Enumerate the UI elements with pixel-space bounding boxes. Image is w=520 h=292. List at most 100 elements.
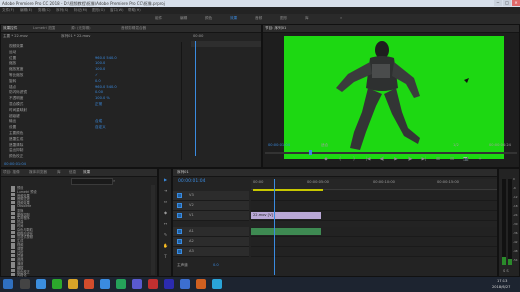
- video-track-header[interactable]: [173, 191, 249, 201]
- timeline-ruler[interactable]: 00:00 00:00:05:00 00:00:10:00 00:00:15:0…: [251, 179, 497, 191]
- maximize-button[interactable]: □: [503, 0, 511, 6]
- menu-help[interactable]: 帮助(H): [128, 8, 141, 13]
- taskbar-app-icon[interactable]: [36, 279, 46, 289]
- playback-control-button[interactable]: +: [475, 157, 485, 162]
- menu-file[interactable]: 文件(F): [2, 8, 14, 13]
- video-track-header[interactable]: [173, 201, 249, 211]
- effects-scrollbar[interactable]: [151, 185, 155, 275]
- tool-button[interactable]: ✎: [162, 232, 169, 238]
- taskbar-app-icon[interactable]: [68, 279, 78, 289]
- effect-property-label[interactable]: 遮罩生成: [9, 137, 23, 142]
- close-button[interactable]: ✕: [512, 0, 520, 6]
- track-target-toggle[interactable]: [177, 229, 182, 234]
- audio-track-header[interactable]: [173, 247, 249, 257]
- track-target-toggle[interactable]: [177, 203, 182, 208]
- tool-button[interactable]: ▶: [162, 177, 169, 183]
- audio-track-lane[interactable]: [251, 237, 497, 247]
- taskbar-app-icon[interactable]: [148, 279, 158, 289]
- taskbar-app-icon[interactable]: [100, 279, 110, 289]
- effect-property-label[interactable]: 时间重映射: [9, 108, 27, 113]
- playback-control-button[interactable]: ⊞: [433, 157, 443, 162]
- workspace-effects[interactable]: 效果: [230, 16, 237, 21]
- menu-sequence[interactable]: 序列(S): [56, 8, 68, 13]
- program-monitor-title[interactable]: 节目: 序列01: [265, 26, 286, 31]
- effect-controls-footer-time[interactable]: 00:00:01:04: [4, 162, 26, 166]
- menu-edit[interactable]: 编辑(E): [20, 8, 32, 13]
- effect-property-label[interactable]: 缩放: [9, 61, 16, 66]
- timeline-sequence-tab[interactable]: 序列01: [177, 170, 189, 175]
- clock-date[interactable]: 2018/6/27: [492, 285, 510, 289]
- tab-effect-controls[interactable]: 效果控件: [3, 26, 17, 31]
- effect-playhead[interactable]: [195, 41, 196, 156]
- tool-button[interactable]: ⇥: [162, 188, 169, 194]
- effect-property-value[interactable]: 0.0: [95, 79, 101, 83]
- audio-track-header[interactable]: [173, 237, 249, 247]
- playback-control-button[interactable]: ⊟: [447, 157, 457, 162]
- track-target-toggle[interactable]: [177, 213, 182, 218]
- effect-property-value[interactable]: 合成: [95, 119, 102, 124]
- audio-track-lane[interactable]: [251, 247, 497, 257]
- effect-property-value[interactable]: ✓: [95, 73, 98, 77]
- timeline-playhead[interactable]: [274, 179, 275, 275]
- effect-property-label[interactable]: 旋转: [9, 79, 16, 84]
- tab-info[interactable]: 信息: [69, 170, 76, 175]
- taskbar-app-icon[interactable]: [20, 279, 30, 289]
- program-scrubber[interactable]: [265, 150, 517, 155]
- effect-property-value[interactable]: 960.0 540.0: [95, 85, 117, 89]
- video-track-lane[interactable]: [251, 201, 497, 211]
- effect-property-label[interactable]: 超级键: [9, 114, 20, 119]
- taskbar-app-icon[interactable]: [180, 279, 190, 289]
- playback-control-button[interactable]: ▶: [391, 157, 401, 162]
- effect-property-label[interactable]: 颜色校正: [9, 154, 23, 159]
- workspace-libraries[interactable]: 库: [305, 16, 309, 21]
- tool-button[interactable]: T: [162, 254, 169, 260]
- audio-clip[interactable]: [251, 228, 321, 235]
- workspace-editing[interactable]: 编辑: [180, 16, 187, 21]
- menu-marker[interactable]: 标记(M): [74, 8, 87, 13]
- menu-clip[interactable]: 剪辑(C): [38, 8, 51, 13]
- effect-property-value[interactable]: 100.0: [95, 61, 105, 65]
- effect-property-value[interactable]: 0.00: [95, 90, 103, 94]
- master-clip-label[interactable]: 主要 * 22.mov: [3, 34, 28, 39]
- start-button-icon[interactable]: [3, 279, 13, 289]
- tool-button[interactable]: ◆: [162, 210, 169, 216]
- effect-property-value[interactable]: 960.0 540.0: [95, 56, 117, 60]
- timeline-timecode[interactable]: 00:00:01:04: [178, 179, 205, 184]
- minimize-button[interactable]: ─: [494, 0, 502, 6]
- taskbar-app-icon[interactable]: [52, 279, 62, 289]
- program-timecode[interactable]: 00:00:01:04: [268, 143, 290, 147]
- effect-property-label[interactable]: 锚点: [9, 85, 16, 90]
- effect-property-label[interactable]: 等比缩放: [9, 73, 23, 78]
- clock-time[interactable]: 17:13: [497, 279, 507, 283]
- tool-button[interactable]: ⇔: [162, 199, 169, 205]
- effect-property-label[interactable]: 输出: [9, 119, 16, 124]
- playback-control-button[interactable]: |▶: [405, 157, 415, 162]
- effect-property-label[interactable]: 遮罩清除: [9, 143, 23, 148]
- effect-property-value[interactable]: 自定义: [95, 125, 106, 130]
- tab-effects[interactable]: 效果: [83, 170, 90, 175]
- program-playhead-icon[interactable]: [309, 150, 312, 155]
- tab-source[interactable]: 源: (无剪辑): [71, 26, 91, 31]
- fit-dropdown[interactable]: 适合: [321, 143, 328, 148]
- sequence-clip-label[interactable]: 序列01 * 22.mov: [61, 34, 90, 39]
- track-target-toggle[interactable]: [177, 239, 182, 244]
- master-track-value[interactable]: 0.0: [213, 263, 219, 267]
- mini-timeline-bar[interactable]: [191, 41, 261, 156]
- tab-libraries[interactable]: 库: [57, 170, 61, 175]
- workspace-audio[interactable]: 音频: [255, 16, 262, 21]
- playback-control-button[interactable]: |◀: [363, 157, 373, 162]
- video-track-lane[interactable]: [251, 191, 497, 201]
- effect-property-label[interactable]: 防闪烁滤镜: [9, 90, 27, 95]
- workspace-color[interactable]: 颜色: [205, 16, 212, 21]
- resolution-dropdown[interactable]: 1/2: [453, 143, 459, 147]
- taskbar-app-icon[interactable]: [132, 279, 142, 289]
- playback-control-button[interactable]: ◆: [321, 157, 331, 162]
- playback-control-button[interactable]: ◀|: [377, 157, 387, 162]
- taskbar-app-icon[interactable]: [196, 279, 206, 289]
- tab-media-browser[interactable]: 媒体浏览器: [29, 170, 47, 175]
- effect-property-label[interactable]: 溢出抑制: [9, 148, 23, 153]
- tab-lumetri-scopes[interactable]: Lumetri 范围: [33, 26, 55, 31]
- menu-window[interactable]: 窗口(W): [110, 8, 124, 13]
- premiere-taskbar-icon[interactable]: [164, 279, 174, 289]
- effect-property-label[interactable]: 主要颜色: [9, 131, 23, 136]
